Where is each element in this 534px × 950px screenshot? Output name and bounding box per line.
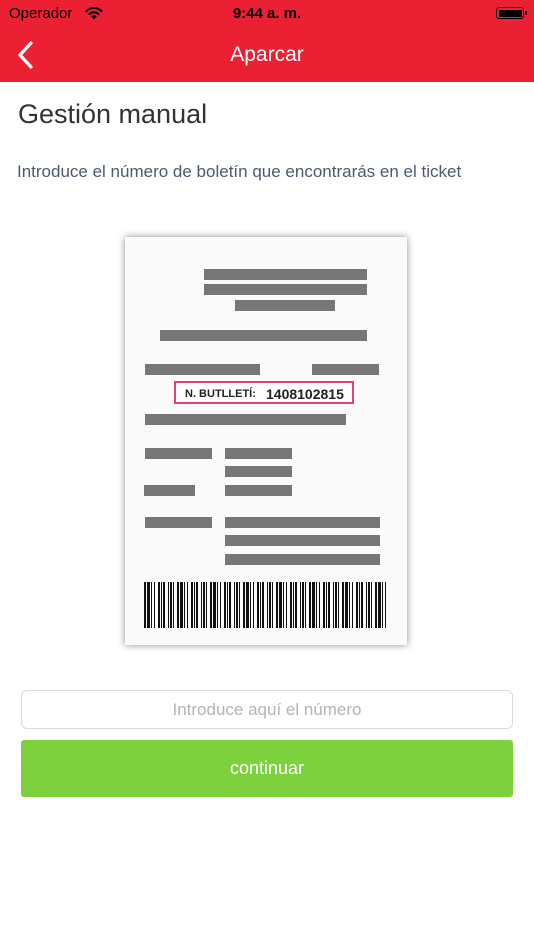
instructions-text: Introduce el número de boletín que encon… — [17, 162, 462, 181]
nav-title: Aparcar — [230, 43, 304, 66]
ticket-illustration: N. BUTLLETÍ: 1408102815 — [125, 237, 407, 645]
ticket-line — [235, 300, 335, 311]
battery-icon — [496, 7, 527, 19]
bulletin-number-box: N. BUTLLETÍ: 1408102815 — [174, 381, 354, 404]
ticket-line — [145, 517, 212, 528]
bulletin-number: 1408102815 — [266, 386, 344, 402]
navigation-bar: Aparcar — [0, 28, 534, 82]
clock: 9:44 a. m. — [232, 5, 302, 22]
continue-button[interactable]: continuar — [21, 740, 513, 797]
ticket-line — [144, 485, 195, 496]
ticket-line — [225, 554, 380, 565]
ticket-line — [312, 364, 379, 375]
page-title: Gestión manual — [18, 99, 208, 129]
ticket-line — [204, 269, 367, 280]
ticket-line — [145, 364, 260, 375]
ticket-line — [225, 535, 380, 546]
ticket-line — [204, 284, 367, 295]
ticket-line — [145, 448, 212, 459]
ticket-line — [225, 517, 380, 528]
ticket-line — [225, 485, 292, 496]
bulletin-number-input[interactable] — [21, 690, 513, 729]
ticket-line — [225, 448, 292, 459]
status-bar: Operador 9:44 a. m. — [0, 0, 534, 28]
bulletin-label: N. BUTLLETÍ: — [185, 388, 256, 400]
barcode-image — [144, 582, 386, 628]
ticket-line — [160, 330, 367, 341]
ticket-line — [225, 466, 292, 477]
ticket-line — [145, 414, 346, 425]
